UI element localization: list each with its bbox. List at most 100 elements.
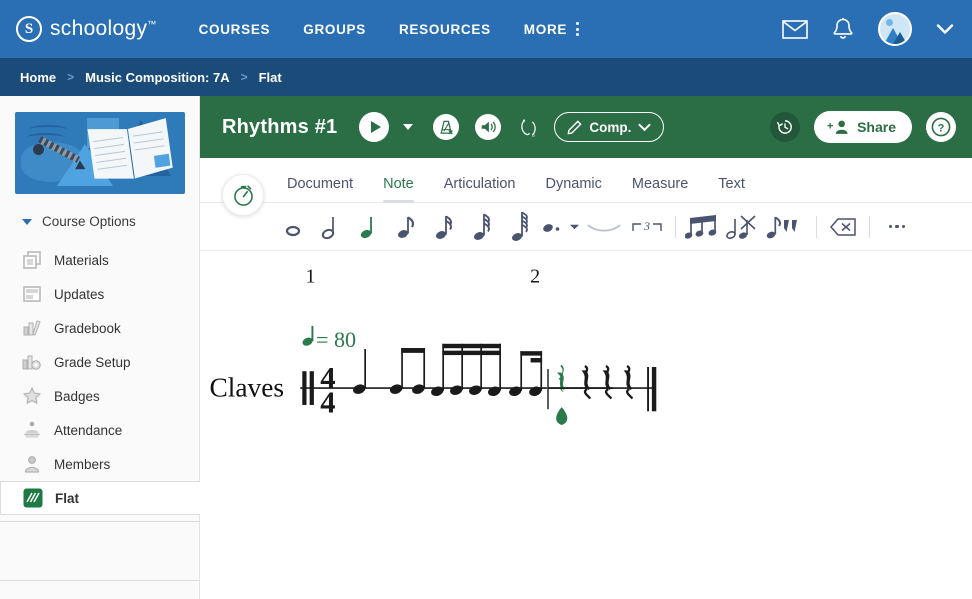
augmentation-dot-chevron-down-icon[interactable] (566, 208, 582, 246)
nav-item-more[interactable]: MORE (524, 22, 579, 37)
time-signature[interactable]: 4 4 (320, 361, 335, 419)
note-tool-eighth-note[interactable] (388, 208, 426, 246)
nav-item-courses[interactable]: COURSES (199, 22, 271, 37)
sidebar-item-updates[interactable]: Updates (0, 277, 199, 311)
envelope-icon[interactable] (782, 20, 808, 39)
note-tool-rest[interactable] (763, 208, 809, 246)
sidebar-item-badges[interactable]: Badges (0, 379, 199, 413)
history-button[interactable] (770, 112, 800, 142)
note-tool-delete[interactable] (824, 208, 862, 246)
tab-measure[interactable]: Measure (617, 176, 703, 202)
breadcrumb-course[interactable]: Music Composition: 7A (85, 70, 229, 85)
bell-icon[interactable] (832, 17, 854, 41)
add-person-icon: + (827, 119, 849, 135)
tempo-marking[interactable]: = 80 (301, 326, 356, 352)
breadcrumb-separator: > (67, 70, 74, 84)
tab-document[interactable]: Document (272, 176, 368, 202)
svg-text:+: + (827, 121, 833, 133)
toolbar-divider (816, 216, 817, 238)
metronome-off-button[interactable] (433, 114, 459, 140)
note-tool-sixteenth-note[interactable] (426, 208, 464, 246)
note-tool-tuplet[interactable]: 3 (626, 208, 668, 246)
play-button[interactable] (359, 112, 389, 142)
sidebar-item-gradebook[interactable]: Gradebook (0, 311, 199, 345)
volume-button[interactable] (475, 114, 501, 140)
backspace-icon (829, 217, 857, 237)
note-tool-augmentation-dot[interactable] (540, 208, 566, 246)
schoology-mark-icon: S (16, 16, 42, 42)
history-icon (776, 118, 794, 136)
note-tool-beam[interactable] (683, 208, 723, 246)
tab-text[interactable]: Text (703, 176, 760, 202)
toolbar-divider (869, 216, 870, 238)
svg-text:?: ? (938, 123, 945, 135)
help-button[interactable]: ? (926, 112, 956, 142)
note-tool-quarter-note[interactable] (350, 208, 388, 246)
note-tool-sixty-fourth-note[interactable] (502, 208, 540, 246)
play-options-chevron-down-icon[interactable] (403, 124, 413, 130)
tuning-fork-button[interactable]: # b (519, 117, 538, 138)
gradebook-icon (22, 318, 42, 338)
note-tool-half-note[interactable] (312, 208, 350, 246)
note-quarter-1[interactable] (352, 349, 367, 395)
sidebar-item-flat[interactable]: Flat (0, 481, 200, 515)
user-avatar[interactable] (878, 12, 912, 46)
sidebar-item-materials[interactable]: Materials (0, 243, 199, 277)
half-note-icon (319, 212, 343, 242)
pencil-icon (567, 120, 582, 135)
svg-text:b: b (533, 134, 536, 138)
flat-editor: Rhythms #1 (200, 96, 972, 599)
svg-text:#: # (523, 119, 526, 124)
note-tool-more-options[interactable] (877, 208, 917, 246)
composition-mode-button[interactable]: Comp. (554, 112, 664, 142)
course-banner-image (15, 112, 185, 194)
sidebar-item-label: Materials (54, 253, 109, 268)
beamed-group-sixteenths[interactable] (430, 344, 502, 398)
breadcrumb-home[interactable]: Home (20, 70, 56, 85)
top-navigation-bar: S schoology™ COURSES GROUPS RESOURCES MO… (0, 0, 972, 58)
tab-articulation[interactable]: Articulation (429, 176, 531, 202)
rest-quarter-2[interactable] (583, 366, 590, 399)
note-tool-unbeam[interactable] (723, 208, 763, 246)
music-staff[interactable]: 1 2 = 80 Claves (200, 251, 972, 599)
metronome-fab-button[interactable] (222, 174, 264, 216)
breadcrumb: Home > Music Composition: 7A > Flat (0, 58, 972, 96)
rest-quarter-4[interactable] (626, 366, 633, 399)
tuning-fork-icon: # b (519, 117, 538, 138)
beamed-group-dotted-pair[interactable] (508, 351, 543, 397)
note-tool-thirty-second-note[interactable] (464, 208, 502, 246)
metronome-off-icon (438, 119, 455, 136)
nav-item-groups[interactable]: GROUPS (303, 22, 366, 37)
brand-name: schoology™ (50, 17, 157, 41)
time-signature-denominator: 4 (320, 385, 335, 419)
tuplet-3-icon: 3 (628, 217, 666, 237)
sidebar-item-members[interactable]: Members (0, 447, 199, 481)
sidebar-item-label: Attendance (54, 423, 122, 438)
play-triangle-icon (371, 121, 381, 133)
nav-item-resources[interactable]: RESOURCES (399, 22, 491, 37)
note-tool-tie[interactable] (582, 208, 626, 246)
top-nav-right-cluster (782, 12, 954, 46)
flat-logo-icon (23, 488, 43, 508)
tab-note[interactable]: Note (368, 176, 429, 202)
sidebar-item-grade-setup[interactable]: Grade Setup (0, 345, 199, 379)
tab-dynamic[interactable]: Dynamic (530, 176, 616, 202)
composition-mode-label: Comp. (589, 120, 631, 135)
breadcrumb-flat[interactable]: Flat (259, 70, 282, 85)
schoology-logo[interactable]: S schoology™ (16, 16, 157, 42)
share-button[interactable]: + Share (814, 111, 912, 143)
updates-icon (22, 284, 42, 304)
kebab-menu-icon[interactable] (576, 22, 579, 36)
sidebar-item-attendance[interactable]: Attendance (0, 413, 199, 447)
toolbar-divider (675, 216, 676, 238)
note-tool-whole-note[interactable] (274, 208, 312, 246)
help-icon: ? (930, 116, 952, 138)
chevron-down-icon[interactable] (936, 23, 954, 35)
sixty-fourth-note-icon (509, 210, 533, 244)
score-canvas[interactable]: 1 2 = 80 Claves (200, 251, 972, 599)
edit-cursor-teardrop[interactable] (556, 407, 567, 425)
book-highlight (153, 154, 170, 168)
course-options-toggle[interactable]: Course Options (0, 194, 199, 243)
rest-quarter-3[interactable] (604, 366, 611, 399)
score-title[interactable]: Rhythms #1 (222, 116, 337, 139)
